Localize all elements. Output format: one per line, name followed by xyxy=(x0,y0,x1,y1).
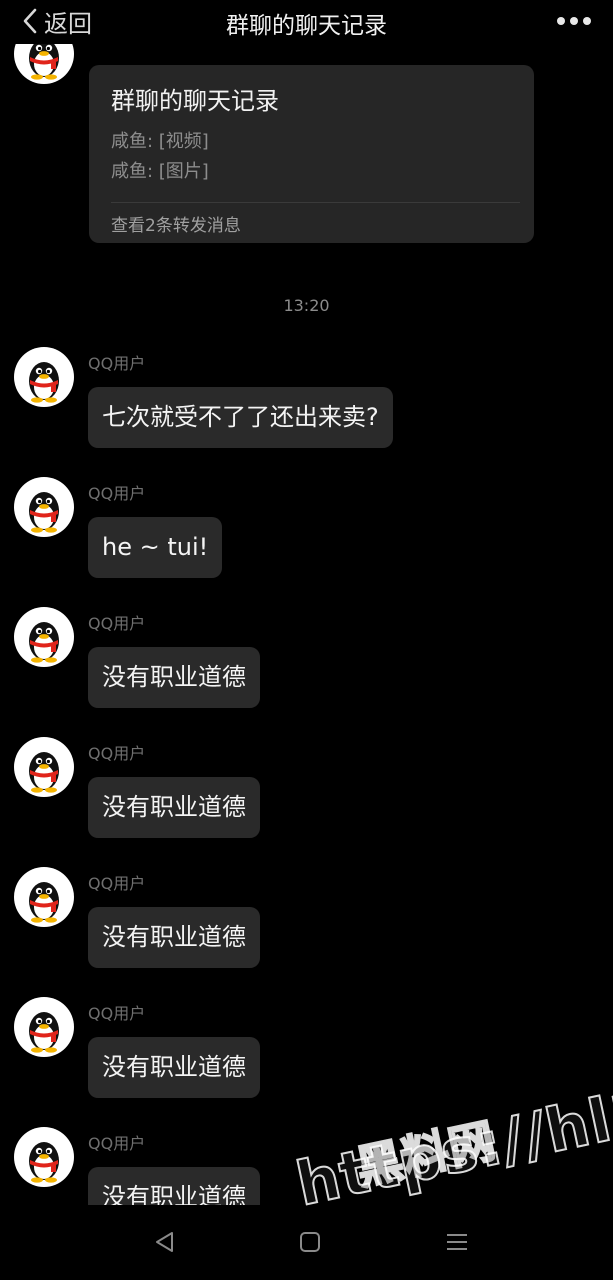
sender-name: QQ用户 xyxy=(88,1004,146,1023)
message-bubble[interactable]: 没有职业道德 xyxy=(88,1167,260,1205)
forwarded-chat-card[interactable]: 群聊的聊天记录 咸鱼: [视频] 咸鱼: [图片] 查看2条转发消息 xyxy=(89,65,534,243)
sender-name: QQ用户 xyxy=(88,614,146,633)
more-dots-icon xyxy=(583,17,591,25)
message-bubble[interactable]: 没有职业道德 xyxy=(88,647,260,708)
message-row: QQ用户 he ~ tui! xyxy=(0,477,613,607)
title-bar: 返回 群聊的聊天记录 xyxy=(0,0,613,44)
more-dots-icon xyxy=(570,17,578,25)
forwarded-card-footer: 查看2条转发消息 xyxy=(111,216,241,236)
qq-penguin-icon[interactable] xyxy=(14,44,74,84)
divider xyxy=(111,202,520,203)
sender-name: QQ用户 xyxy=(88,1134,146,1153)
avatar-image xyxy=(29,882,59,923)
avatar-image xyxy=(29,1012,59,1053)
forwarded-line: 咸鱼: [视频] xyxy=(111,131,209,152)
avatar-image xyxy=(29,492,59,533)
forwarded-card-title: 群聊的聊天记录 xyxy=(111,87,279,115)
message-row: QQ用户没有职业道德 xyxy=(0,997,613,1127)
message-row: QQ用户没有职业道德 xyxy=(0,1127,613,1205)
message-row: QQ用户没有职业道德 xyxy=(0,737,613,867)
avatar-image xyxy=(29,1142,59,1183)
avatar-image xyxy=(29,752,59,793)
sender-name: QQ用户 xyxy=(88,744,146,763)
forwarded-line: 咸鱼: [图片] xyxy=(111,161,209,182)
message-bubble[interactable]: he ~ tui! xyxy=(88,517,223,578)
sender-name: QQ用户 xyxy=(88,874,146,893)
qq-penguin-icon[interactable] xyxy=(14,347,74,407)
triangle-back-icon xyxy=(156,1232,173,1252)
more-options-button[interactable] xyxy=(557,12,591,30)
qq-penguin-icon[interactable] xyxy=(14,607,74,667)
menu-lines-icon xyxy=(447,1234,467,1250)
qq-penguin-icon[interactable] xyxy=(14,867,74,927)
avatar-image xyxy=(29,44,59,80)
message-row: QQ用户七次就受不了了还出来卖? xyxy=(0,347,613,477)
qq-penguin-icon[interactable] xyxy=(14,1127,74,1187)
nav-menu-button[interactable] xyxy=(442,1227,472,1257)
more-dots-icon xyxy=(557,17,565,25)
avatar-image xyxy=(29,622,59,663)
qq-penguin-icon[interactable] xyxy=(14,997,74,1057)
message-bubble[interactable]: 七次就受不了了还出来卖? xyxy=(88,387,393,448)
message-row: QQ用户没有职业道德 xyxy=(0,607,613,737)
chat-history[interactable]: 群聊的聊天记录 咸鱼: [视频] 咸鱼: [图片] 查看2条转发消息 13:20… xyxy=(0,44,613,1205)
system-nav-bar xyxy=(0,1205,613,1280)
qq-penguin-icon[interactable] xyxy=(14,477,74,537)
message-row: QQ用户没有职业道德 xyxy=(0,867,613,997)
message-timestamp: 13:20 xyxy=(283,296,330,315)
message-bubble[interactable]: 没有职业道德 xyxy=(88,907,260,968)
avatar-image xyxy=(29,362,59,403)
message-bubble[interactable]: 没有职业道德 xyxy=(88,1037,260,1098)
qq-penguin-icon[interactable] xyxy=(14,737,74,797)
nav-home-button[interactable] xyxy=(295,1227,325,1257)
message-bubble[interactable]: 没有职业道德 xyxy=(88,777,260,838)
square-home-icon xyxy=(300,1232,320,1252)
sender-name: QQ用户 xyxy=(88,354,146,373)
nav-back-button[interactable] xyxy=(150,1227,180,1257)
page-title: 群聊的聊天记录 xyxy=(226,13,387,39)
sender-name: QQ用户 xyxy=(88,484,146,503)
